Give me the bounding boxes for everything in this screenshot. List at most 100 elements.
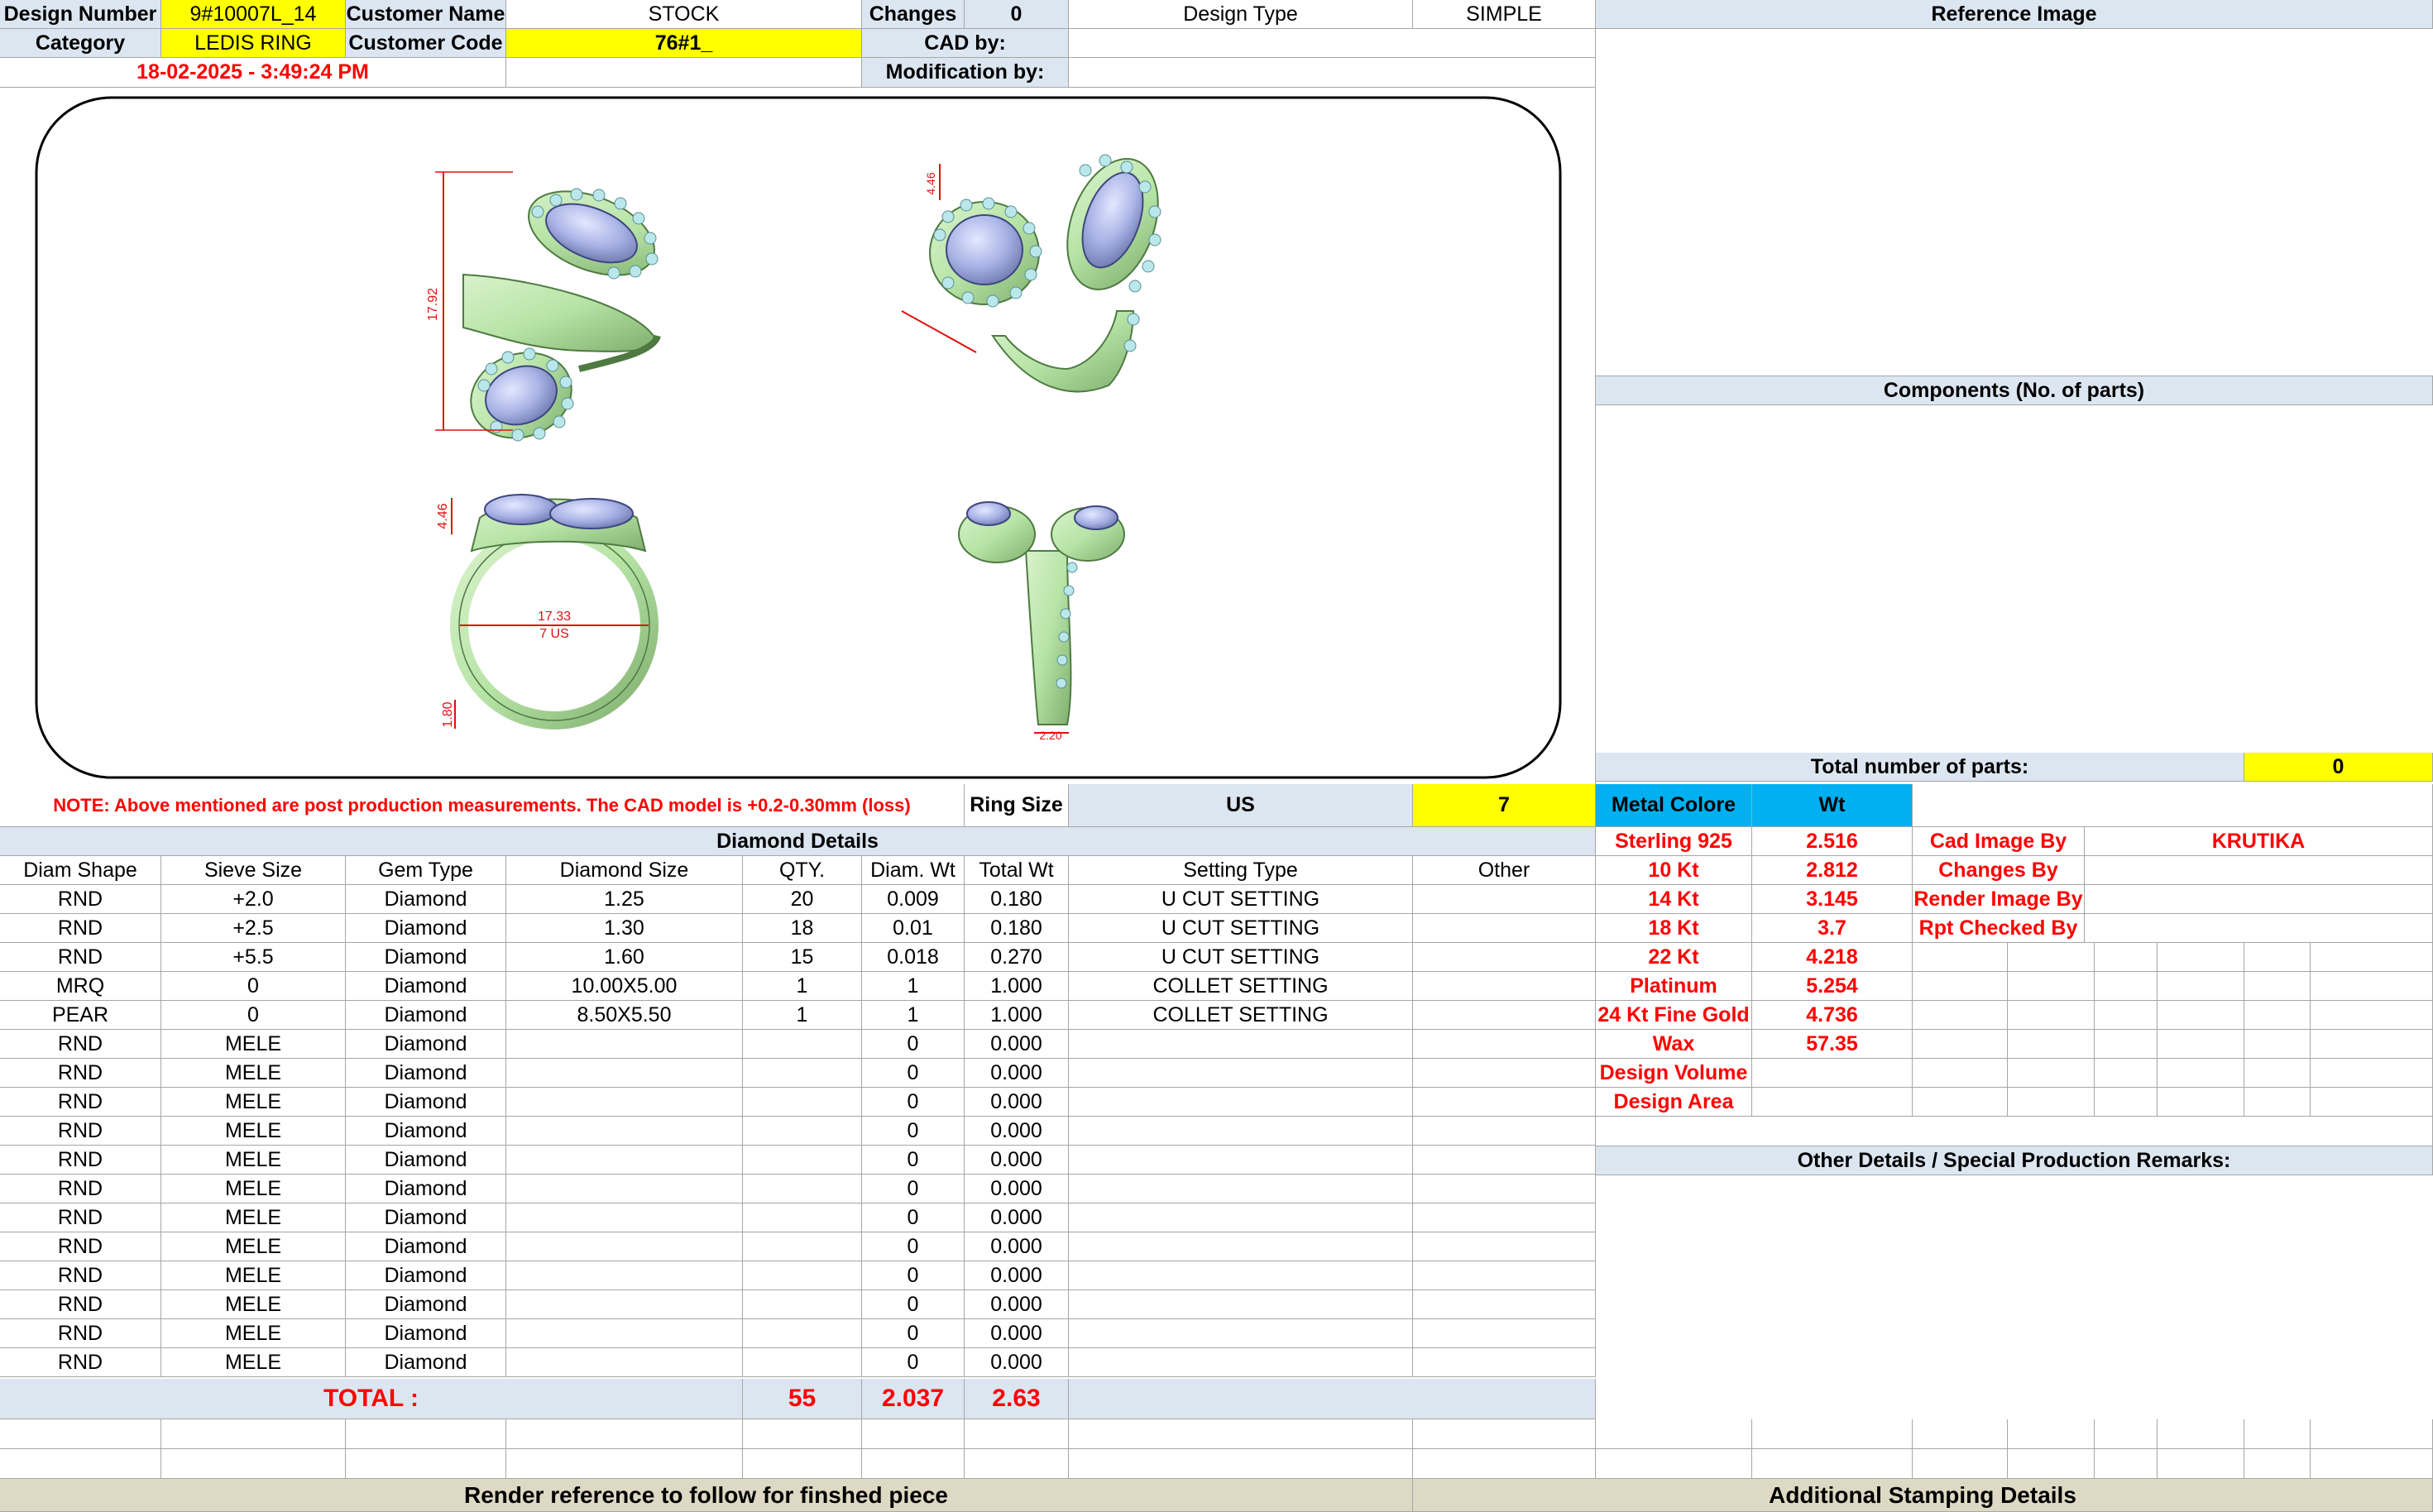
cell-other[interactable] — [1413, 1059, 1596, 1088]
cell-setting-type[interactable] — [1069, 1088, 1413, 1117]
cell-other[interactable] — [1413, 1232, 1596, 1261]
cell-total-wt[interactable]: 0.000 — [965, 1203, 1069, 1232]
cell-other[interactable] — [1413, 914, 1596, 943]
cell-total-wt[interactable]: 1.000 — [965, 972, 1069, 1001]
credit-value[interactable] — [2085, 914, 2433, 943]
cell-diam-wt[interactable]: 1 — [862, 972, 965, 1001]
cell-other[interactable] — [1413, 1117, 1596, 1146]
blank-cell[interactable] — [506, 1419, 743, 1449]
blank-cell[interactable] — [965, 1419, 1069, 1449]
cell-diam-shape[interactable]: RND — [0, 1088, 161, 1117]
cell-qty[interactable] — [743, 1175, 862, 1203]
cell-other[interactable] — [1413, 1030, 1596, 1059]
blank-cell[interactable] — [2095, 1449, 2158, 1479]
cell-diam-wt[interactable]: 0 — [862, 1175, 965, 1203]
cell-setting-type[interactable] — [1069, 1146, 1413, 1175]
cell-setting-type[interactable]: COLLET SETTING — [1069, 1001, 1413, 1030]
cell-total-wt[interactable]: 0.000 — [965, 1348, 1069, 1377]
blank-cell[interactable] — [1413, 1449, 1596, 1479]
cell-gem-type[interactable]: Diamond — [346, 1030, 506, 1059]
cell-diam-wt[interactable]: 0.01 — [862, 914, 965, 943]
cell-qty[interactable] — [743, 1088, 862, 1117]
cell-diamond-size[interactable] — [506, 1059, 743, 1088]
metal-weight[interactable]: 4.218 — [1752, 943, 1913, 972]
cell-diam-shape[interactable]: RND — [0, 1175, 161, 1203]
cell-gem-type[interactable]: Diamond — [346, 914, 506, 943]
cell-total-wt[interactable]: 1.000 — [965, 1001, 1069, 1030]
cell-diam-wt[interactable]: 0 — [862, 1117, 965, 1146]
cell-sieve-size[interactable]: MELE — [161, 1146, 346, 1175]
cell-total-wt[interactable]: 0.000 — [965, 1232, 1069, 1261]
blank-cell[interactable] — [743, 1419, 862, 1449]
cell-diam-wt[interactable]: 1 — [862, 1001, 965, 1030]
metal-weight[interactable]: 5.254 — [1752, 972, 1913, 1001]
cell-total-wt[interactable]: 0.000 — [965, 1146, 1069, 1175]
cell-qty[interactable] — [743, 1261, 862, 1290]
cell-other[interactable] — [1413, 1146, 1596, 1175]
cell-sieve-size[interactable]: +2.5 — [161, 914, 346, 943]
cell-diam-wt[interactable]: 0 — [862, 1146, 965, 1175]
cell-setting-type[interactable] — [1069, 1117, 1413, 1146]
cell-setting-type[interactable]: U CUT SETTING — [1069, 943, 1413, 972]
cell-sieve-size[interactable]: 0 — [161, 972, 346, 1001]
cell-gem-type[interactable]: Diamond — [346, 1059, 506, 1088]
metal-weight[interactable] — [1752, 1059, 1913, 1088]
cell-diam-shape[interactable]: RND — [0, 943, 161, 972]
blank-cell[interactable] — [743, 1449, 862, 1479]
cell-diam-shape[interactable]: MRQ — [0, 972, 161, 1001]
cell-diam-shape[interactable]: RND — [0, 1059, 161, 1088]
blank-cell[interactable] — [161, 1419, 346, 1449]
cell-diam-shape[interactable]: RND — [0, 1030, 161, 1059]
cell-sieve-size[interactable]: MELE — [161, 1348, 346, 1377]
cell-diam-wt[interactable]: 0 — [862, 1203, 965, 1232]
cell-diamond-size[interactable] — [506, 1088, 743, 1117]
cell-diamond-size[interactable] — [506, 1117, 743, 1146]
cell-sieve-size[interactable]: MELE — [161, 1203, 346, 1232]
cell-gem-type[interactable]: Diamond — [346, 1261, 506, 1290]
cell-sieve-size[interactable]: +5.5 — [161, 943, 346, 972]
cell-diam-wt[interactable]: 0 — [862, 1232, 965, 1261]
blank-cell[interactable] — [1413, 1419, 1596, 1449]
cell-diamond-size[interactable]: 1.25 — [506, 885, 743, 914]
cell-diam-shape[interactable]: RND — [0, 1261, 161, 1290]
cell-qty[interactable] — [743, 1290, 862, 1319]
cell-diamond-size[interactable]: 1.60 — [506, 943, 743, 972]
metal-weight[interactable]: 3.7 — [1752, 914, 1913, 943]
metal-weight[interactable]: 57.35 — [1752, 1030, 1913, 1059]
cell-sieve-size[interactable]: MELE — [161, 1261, 346, 1290]
cell-other[interactable] — [1413, 943, 1596, 972]
cell-setting-type[interactable] — [1069, 1232, 1413, 1261]
cell-diamond-size[interactable]: 10.00X5.00 — [506, 972, 743, 1001]
cell-diam-wt[interactable]: 0 — [862, 1030, 965, 1059]
blank-cell[interactable] — [862, 1449, 965, 1479]
cell-diam-wt[interactable]: 0 — [862, 1348, 965, 1377]
cell-qty[interactable] — [743, 1203, 862, 1232]
cell-setting-type[interactable] — [1069, 1175, 1413, 1203]
customer-code-value[interactable]: 76#1_ — [506, 29, 862, 58]
cell-diam-wt[interactable]: 0 — [862, 1059, 965, 1088]
cell-total-wt[interactable]: 0.000 — [965, 1117, 1069, 1146]
blank-cell[interactable] — [965, 1449, 1069, 1479]
cell-diamond-size[interactable] — [506, 1175, 743, 1203]
cell-gem-type[interactable]: Diamond — [346, 1175, 506, 1203]
cell-setting-type[interactable] — [1069, 1319, 1413, 1348]
credit-value[interactable] — [2085, 856, 2433, 885]
cell-gem-type[interactable]: Diamond — [346, 1001, 506, 1030]
cell-diam-wt[interactable]: 0 — [862, 1088, 965, 1117]
blank-cell[interactable] — [1596, 1449, 1752, 1479]
blank-cell[interactable] — [346, 1449, 506, 1479]
cell-other[interactable] — [1413, 972, 1596, 1001]
metal-weight[interactable]: 4.736 — [1752, 1001, 1913, 1030]
cell-qty[interactable] — [743, 1319, 862, 1348]
cell-setting-type[interactable]: COLLET SETTING — [1069, 972, 1413, 1001]
cell-diam-wt[interactable]: 0 — [862, 1319, 965, 1348]
cell-qty[interactable] — [743, 1117, 862, 1146]
cell-total-wt[interactable]: 0.180 — [965, 885, 1069, 914]
cell-sieve-size[interactable]: MELE — [161, 1232, 346, 1261]
cell-diamond-size[interactable] — [506, 1232, 743, 1261]
cell-total-wt[interactable]: 0.000 — [965, 1059, 1069, 1088]
design-type-value[interactable]: SIMPLE — [1413, 0, 1596, 29]
cell-diamond-size[interactable] — [506, 1348, 743, 1377]
metal-weight[interactable]: 2.812 — [1752, 856, 1913, 885]
cell-other[interactable] — [1413, 1261, 1596, 1290]
